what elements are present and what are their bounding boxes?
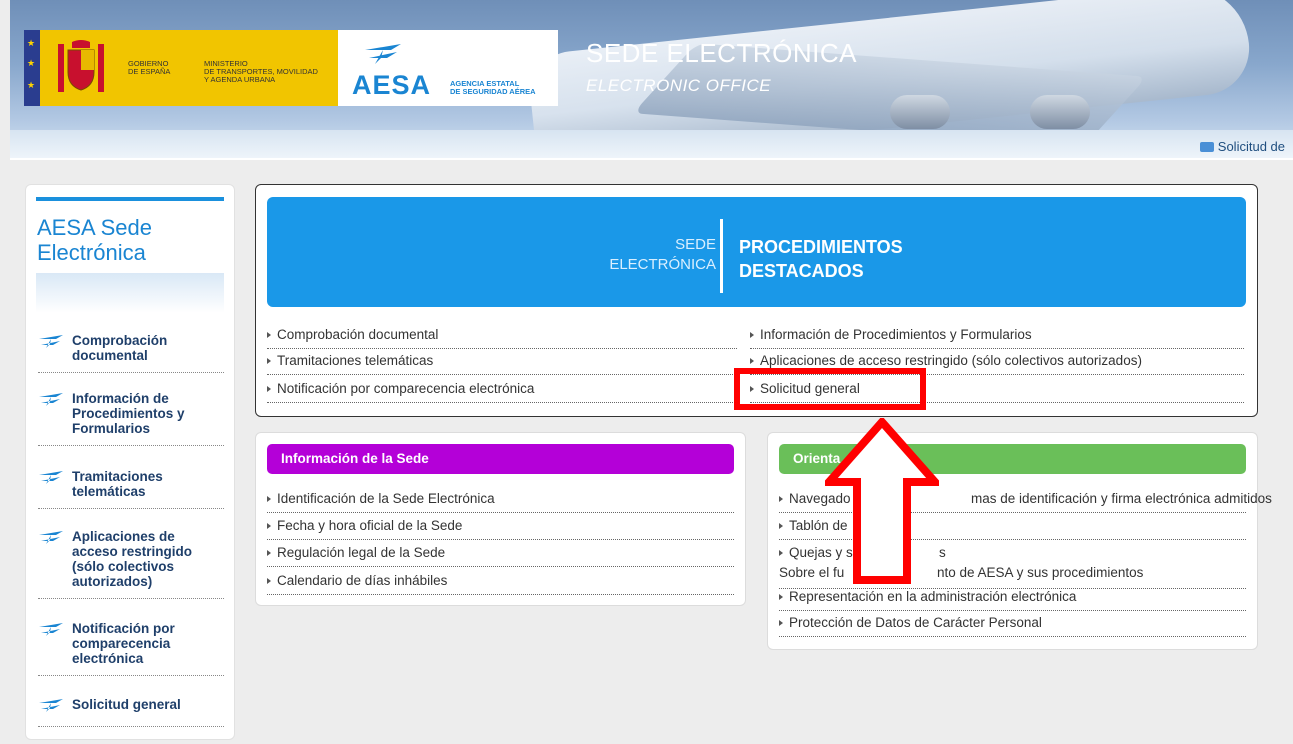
aesa-agency-name: AGENCIA ESTATAL DE SEGURIDAD AÉREA (450, 79, 536, 96)
link-notificacion[interactable]: Notificación por comparecencia electróni… (267, 381, 737, 403)
red-arrow-annotation (825, 418, 939, 584)
link-identificacion[interactable]: Identificación de la Sede Electrónica (267, 491, 734, 513)
link-tramitaciones[interactable]: Tramitaciones telemáticas (267, 353, 737, 375)
bullet-arrow-icon (267, 358, 271, 364)
bullet-arrow-icon (267, 523, 271, 529)
site-header: ★ ★ ★ GOBIERNO DE ESPAÑA MINISTERIO DE TRANS… (10, 0, 1293, 160)
bullet-arrow-icon (267, 496, 271, 502)
government-logo[interactable]: ★ ★ ★ GOBIERNO DE ESPAÑA MINISTERIO DE TRANS… (24, 30, 338, 106)
sidebar-accent-bar (36, 197, 224, 201)
bullet-arrow-icon (267, 550, 271, 556)
coat-of-arms-icon (58, 40, 104, 92)
site-title: SEDE ELECTRÓNICA (586, 38, 857, 68)
aesa-plane-icon (39, 471, 63, 484)
aesa-plane-icon (39, 335, 63, 348)
bullet-arrow-icon (750, 332, 754, 338)
sidebar: AESA Sede Electrónica Comprobación documen… (25, 184, 235, 740)
sidebar-gradient (36, 273, 224, 313)
link-regulacion[interactable]: Regulación legal de la Sede (267, 545, 734, 567)
bullet-arrow-icon (779, 594, 783, 600)
bullet-arrow-icon (779, 496, 783, 502)
bullet-arrow-icon (267, 332, 271, 338)
sidebar-item-informacion[interactable]: Información de Procedimientos y Formulario… (38, 391, 224, 446)
sidebar-item-solicitud[interactable]: Solicitud general (38, 697, 224, 727)
mail-icon (1199, 141, 1214, 152)
header-strip (10, 130, 1293, 160)
sidebar-item-aplicaciones[interactable]: Aplicaciones de acceso restringido (sólo c… (38, 529, 224, 599)
featured-banner: SEDE ELECTRÓNICA PROCEDIMIENTOS DESTACADOS (267, 197, 1246, 307)
bullet-arrow-icon (779, 550, 783, 556)
bullet-arrow-icon (267, 578, 271, 584)
sidebar-item-notificacion[interactable]: Notificación por comparecencia electrónica (38, 621, 224, 676)
bullet-arrow-icon (750, 358, 754, 364)
link-fecha-hora[interactable]: Fecha y hora oficial de la Sede (267, 518, 734, 540)
site-subtitle: ELECTRONIC OFFICE (586, 76, 772, 95)
info-sede-panel: Información de la Sede Identificación de… (255, 432, 746, 606)
contact-link-label: Solicitud de (1217, 139, 1285, 154)
bullet-arrow-icon (779, 523, 783, 529)
bullet-arrow-icon (267, 386, 271, 392)
contact-link[interactable]: Solicitud de (1199, 139, 1285, 154)
aesa-plane-icon (365, 44, 401, 64)
link-informacion-procedimientos[interactable]: Información de Procedimientos y Formular… (750, 327, 1244, 349)
aesa-plane-icon (39, 699, 63, 712)
banner-title: PROCEDIMIENTOS DESTACADOS (739, 237, 903, 281)
sidebar-item-tramitaciones[interactable]: Tramitaciones telemáticas (38, 469, 224, 509)
ministry-name: MINISTERIO DE TRANSPORTES, MOVILIDAD Y AGE… (204, 59, 318, 84)
aesa-plane-icon (39, 393, 63, 406)
highlight-box-annotation (734, 368, 926, 410)
engine-image (1030, 95, 1090, 129)
government-name: GOBIERNO DE ESPAÑA (128, 59, 171, 76)
eu-flag-icon: ★ ★ ★ (24, 30, 40, 106)
aesa-logo[interactable]: AESA AGENCIA ESTATAL DE SEGURIDAD AÉREA (338, 30, 558, 106)
banner-sede-label: SEDE ELECTRÓNICA (609, 236, 716, 273)
link-comprobacion[interactable]: Comprobación documental (267, 327, 737, 349)
aesa-plane-icon (39, 531, 63, 544)
link-proteccion-datos[interactable]: Protección de Datos de Carácter Personal (779, 615, 1246, 637)
aesa-wordmark: AESA (352, 70, 432, 100)
engine-image (890, 95, 950, 129)
sidebar-title: AESA Sede Electrónica (37, 215, 152, 265)
aesa-plane-icon (39, 623, 63, 636)
bullet-arrow-icon (779, 620, 783, 626)
info-sede-header: Información de la Sede (267, 444, 734, 474)
sidebar-item-comprobacion[interactable]: Comprobación documental (38, 333, 224, 373)
link-representacion[interactable]: Representación en la administración elec… (779, 589, 1246, 611)
banner-divider (720, 219, 723, 293)
link-calendario[interactable]: Calendario de días inhábiles (267, 573, 734, 595)
